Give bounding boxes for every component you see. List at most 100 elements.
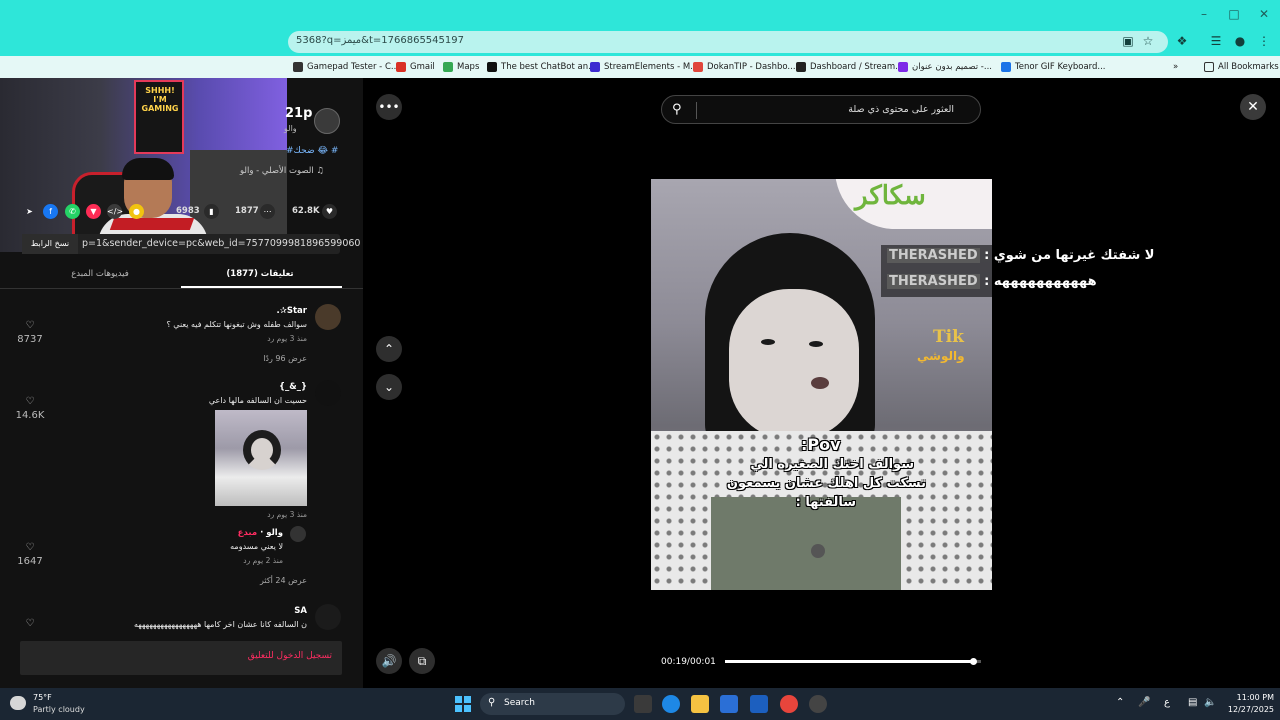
clock-date[interactable]: 12/27/2025 (1220, 705, 1274, 714)
more-options-button[interactable]: ••• (376, 94, 402, 120)
facebook-share-icon[interactable]: f (43, 204, 58, 219)
view-replies-button[interactable]: عرض 96 ردًا (263, 354, 307, 363)
comment-heart-icon[interactable]: ♡ (15, 542, 45, 553)
share-link-text[interactable]: p=1&sender_device=pc&web_id=757709998189… (82, 238, 360, 249)
share-arrow-icon[interactable]: ➤ (22, 204, 37, 219)
post-sound[interactable]: ♫ الصوت الأصلي - والو (240, 166, 324, 176)
embed-code-icon[interactable]: </> (107, 204, 123, 219)
gift-coin-icon[interactable]: ● (129, 204, 144, 219)
comment-likes: 14.6K (15, 410, 45, 421)
video-frame-content[interactable]: سكاكر Tik والوشي Pov: سوالف اختك الصغيره… (651, 179, 992, 590)
video-progress-bar[interactable] (725, 658, 981, 665)
bookmark-label: Gamepad Tester - C... (307, 62, 399, 72)
bookmarks-overflow-button[interactable]: » (1173, 60, 1178, 74)
author-username[interactable]: 21p (285, 106, 312, 121)
comment-meta[interactable]: منذ 3 يوم رد (267, 334, 307, 343)
minimize-button[interactable]: – (1196, 6, 1212, 22)
clock-time[interactable]: 11:00 PM (1220, 693, 1274, 702)
close-video-button[interactable]: ✕ (1240, 94, 1266, 120)
commenter-name[interactable]: {_&_} (279, 382, 307, 392)
poster-text: SHHH! I'M GAMING (141, 86, 179, 113)
comment-image-attachment[interactable] (215, 410, 307, 506)
url-field[interactable]: 5368?q=ميمز&t=1766865545197 (288, 31, 1168, 53)
chat-text: لا شفتك غيرتها من شوي (993, 248, 1155, 263)
commenter-avatar[interactable] (315, 304, 341, 330)
action-row: ➤ f ✆ ▼ </> ● 6983 ▮ 1877 ⋯ 62.8K ♥ (18, 202, 343, 222)
search-icon: ⚲ (488, 697, 496, 708)
previous-video-button[interactable]: ⌃ (376, 336, 402, 362)
bookmark-chatbot[interactable]: The best ChatBot an... (487, 60, 596, 74)
view-more-replies-button[interactable]: عرض 24 أكثر (260, 576, 307, 585)
author-avatar[interactable] (314, 108, 340, 134)
commenter-name[interactable]: Star✰. (277, 306, 307, 316)
related-content-search[interactable]: ⚲ العثور على محتوى ذي صلة (661, 95, 981, 124)
copy-link-button[interactable]: نسخ الرابط (22, 234, 78, 254)
login-to-comment-link[interactable]: تسجيل الدخول للتعليق (248, 651, 332, 661)
comment-likes: 1647 (17, 556, 43, 567)
keyboard-language[interactable]: ع (1164, 697, 1170, 708)
commenter-avatar[interactable] (315, 604, 341, 630)
media-controls-icon[interactable]: ☰ (1208, 33, 1224, 49)
comment-meta[interactable]: منذ 2 يوم رد (243, 556, 283, 565)
store-icon[interactable] (720, 695, 738, 713)
outlook-icon[interactable] (750, 695, 768, 713)
bookmark-canva-design[interactable]: تصميم بدون عنوان -... (898, 60, 992, 74)
extensions-icon[interactable]: ❖ (1174, 33, 1190, 49)
tray-chevron-icon[interactable]: ⌃ (1116, 697, 1124, 708)
windows-start-icon[interactable] (455, 696, 471, 712)
profile-avatar[interactable]: ● (1232, 33, 1248, 49)
comment-meta[interactable]: منذ 3 يوم رد (267, 510, 307, 519)
commenter-name[interactable]: SA (294, 606, 307, 616)
bookmark-maps[interactable]: Maps (443, 60, 479, 74)
comment-bubble-icon[interactable]: ⋯ (260, 204, 275, 219)
task-view-icon[interactable] (634, 695, 652, 713)
menu-kebab-icon[interactable]: ⋮ (1256, 33, 1272, 49)
bookmark-dashboard-stream[interactable]: Dashboard / Stream... (796, 60, 903, 74)
bookmark-gamepad-tester[interactable]: Gamepad Tester - C... (293, 60, 399, 74)
chrome-icon[interactable] (780, 695, 798, 713)
comment-heart-icon[interactable]: ♡ (15, 320, 45, 331)
bookmark-gmail[interactable]: Gmail (396, 60, 435, 74)
comment-heart-icon[interactable]: ♡ (15, 396, 45, 407)
whatsapp-share-icon[interactable]: ✆ (65, 204, 80, 219)
tab-creator-videos[interactable]: فيديوهات المبدع (40, 264, 160, 288)
comment-login-bar[interactable]: تسجيل الدخول للتعليق (20, 641, 342, 675)
edge-icon[interactable] (662, 695, 680, 713)
network-icon[interactable]: ▤ (1188, 697, 1197, 708)
bookmark-tenor[interactable]: Tenor GIF Keyboard... (1001, 60, 1106, 74)
comment-text: حسيت ان السالفه مالها داعي (208, 396, 307, 405)
obs-icon[interactable] (809, 695, 827, 713)
bookmark-dokantip[interactable]: DokanTIP - Dashbo... (693, 60, 796, 74)
send-share-icon[interactable]: ▼ (86, 204, 101, 219)
girl-eye (761, 339, 775, 345)
weather-temperature[interactable]: 75°F (33, 693, 52, 702)
maximize-button[interactable]: □ (1226, 6, 1242, 22)
bookmark-icon[interactable]: ▮ (204, 204, 219, 219)
bookmark-star-icon[interactable]: ☆ (1140, 33, 1156, 49)
tab-comments[interactable]: (1877) تعليقات (190, 264, 330, 288)
search-icon[interactable]: ⚲ (672, 102, 682, 117)
creator-badge: مبدع (237, 528, 258, 538)
chat-username: THERASHED (887, 248, 980, 263)
close-window-button[interactable]: ✕ (1256, 6, 1272, 22)
microphone-icon[interactable]: 🎤 (1138, 697, 1150, 708)
all-bookmarks-button[interactable]: All Bookmarks (1204, 60, 1279, 74)
volume-tray-icon[interactable]: 🔈 (1204, 697, 1216, 708)
volume-icon[interactable]: 🔊 (376, 648, 402, 674)
weather-cloud-icon[interactable] (10, 696, 26, 710)
weather-description[interactable]: Partly cloudy (33, 705, 85, 714)
next-video-button[interactable]: ⌄ (376, 374, 402, 400)
heart-icon[interactable]: ♥ (322, 204, 337, 219)
post-hashtags[interactable]: #ضحك 😂 # (286, 146, 338, 156)
picture-in-picture-icon[interactable]: ⧉ (409, 648, 435, 674)
install-app-icon[interactable]: ▣ (1120, 33, 1136, 49)
comments-panel: SHHH! I'M GAMING 21p والو #ضحك 😂 # ♫ الص… (0, 78, 363, 688)
bookmark-streamelements[interactable]: StreamElements - M... (590, 60, 698, 74)
taskbar-search[interactable]: ⚲ Search (480, 693, 625, 715)
file-explorer-icon[interactable] (691, 695, 709, 713)
comment-heart-icon[interactable]: ♡ (15, 618, 45, 629)
bow-knot (811, 544, 825, 558)
commenter-name[interactable]: والو · مبدع (238, 528, 283, 538)
commenter-avatar[interactable] (315, 380, 341, 406)
commenter-avatar[interactable] (290, 526, 306, 542)
